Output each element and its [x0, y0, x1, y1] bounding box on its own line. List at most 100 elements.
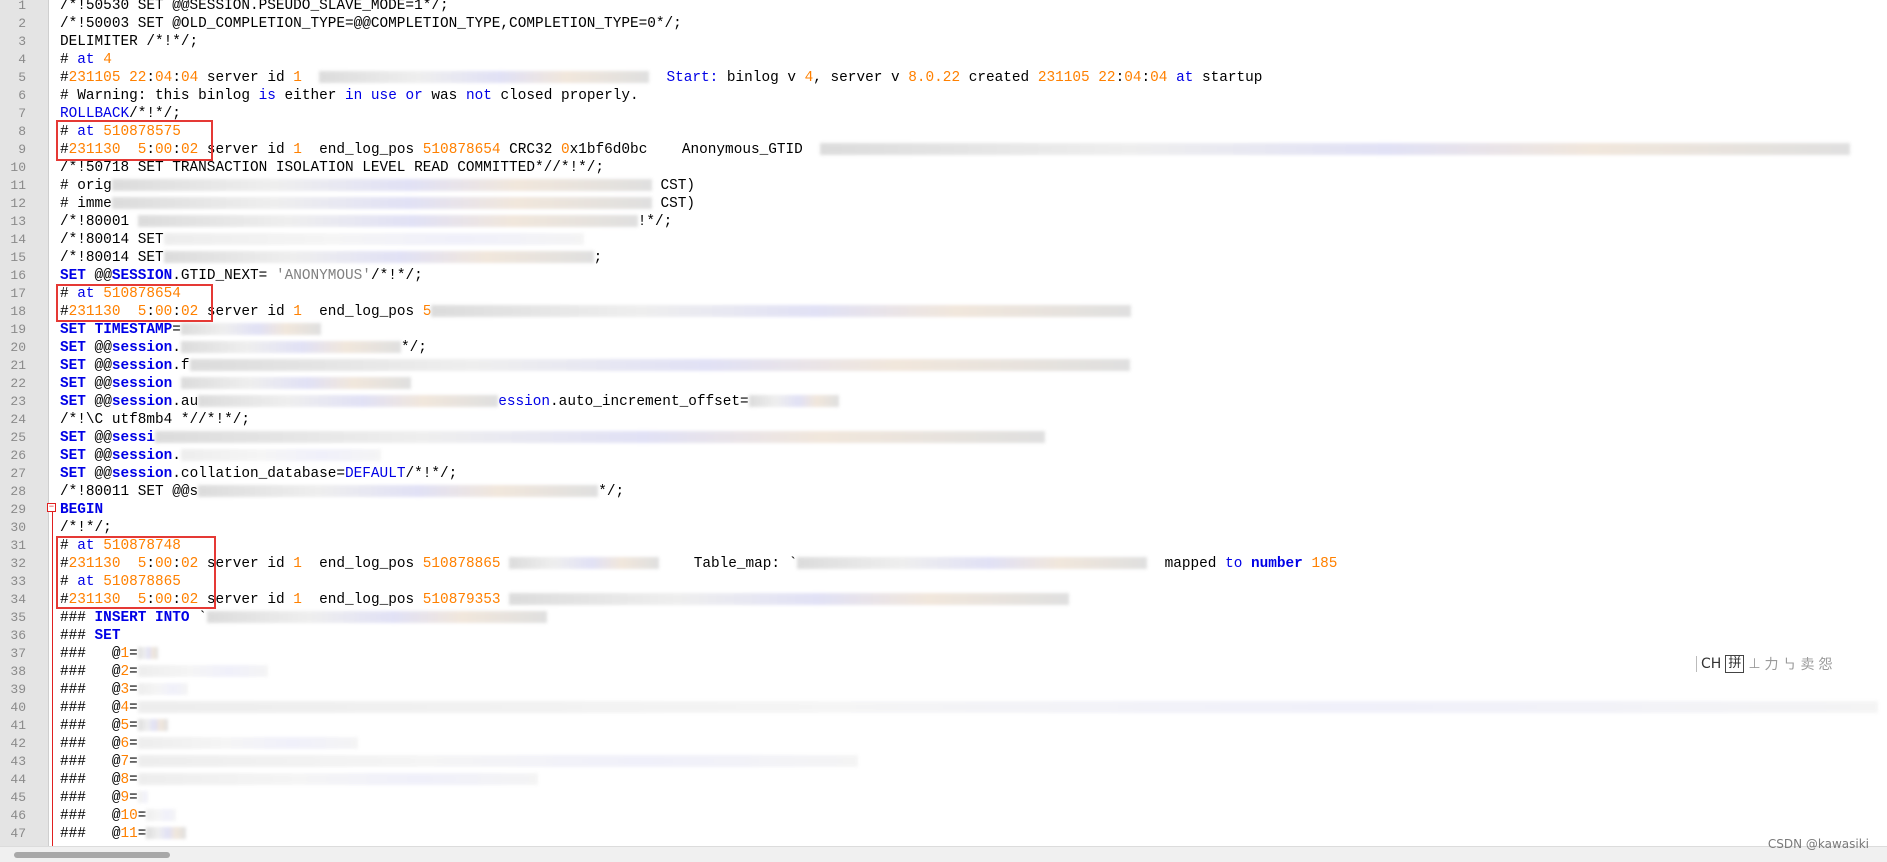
- code-line[interactable]: 18 #231130 5:00:02 server id 1 end_log_po…: [0, 303, 1887, 321]
- code-line[interactable]: 26 SET @@session.: [0, 447, 1887, 465]
- code-line[interactable]: 29 BEGIN: [0, 501, 1887, 519]
- code-line[interactable]: 38 ### @2=: [0, 663, 1887, 681]
- code-line[interactable]: 24 /*!\C utf8mb4 *//*!*/;: [0, 411, 1887, 429]
- ime-pinyin-button[interactable]: 拼: [1725, 655, 1745, 673]
- code-token: session: [111, 394, 173, 410]
- code-line[interactable]: 35 ### INSERT INTO `: [0, 609, 1887, 627]
- code-line[interactable]: 9 #231130 5:00:02 server id 1 end_log_pos…: [0, 141, 1887, 159]
- code-token: =: [129, 646, 138, 662]
- code-line[interactable]: 40 ### @4=: [0, 699, 1887, 717]
- code-line[interactable]: 6 # Warning: this binlog is either in use…: [0, 87, 1887, 105]
- code-token: 1: [293, 70, 302, 86]
- code-line[interactable]: 46 ### @10=: [0, 807, 1887, 825]
- ime-item[interactable]: ⊥: [1748, 656, 1760, 672]
- code-line[interactable]: 10 /*!50718 SET TRANSACTION ISOLATION LEV…: [0, 159, 1887, 177]
- ime-mode-toggle[interactable]: CH: [1701, 656, 1721, 672]
- code-token: /*!50530 SET @@SESSION.PSEUDO_SLAVE_MODE…: [60, 0, 449, 14]
- code-token: or: [405, 88, 423, 104]
- line-text: # orig CST): [60, 177, 695, 195]
- code-token: 5: [422, 304, 432, 320]
- line-text: /*!80014 SET;: [60, 249, 602, 267]
- code-token: SET: [60, 448, 86, 464]
- code-line[interactable]: 11 # orig CST): [0, 177, 1887, 195]
- redacted-text: [797, 557, 1148, 570]
- code-line[interactable]: 41 ### @5=: [0, 717, 1887, 735]
- code-line[interactable]: 42 ### @6=: [0, 735, 1887, 753]
- code-token: SET: [60, 340, 86, 356]
- code-token: Start:: [666, 70, 719, 86]
- line-text: /*!80001 !*/;: [60, 213, 672, 231]
- code-line[interactable]: 31 # at 510878748: [0, 537, 1887, 555]
- code-line[interactable]: 12 # imme CST): [0, 195, 1887, 213]
- code-line[interactable]: 23 SET @@session.au ession.auto_increment_…: [0, 393, 1887, 411]
- code-token: 10: [120, 808, 138, 824]
- code-line[interactable]: 34 #231130 5:00:02 server id 1 end_log_po…: [0, 591, 1887, 609]
- code-token: SET: [60, 322, 86, 338]
- line-text: /*!80014 SET: [60, 231, 584, 249]
- code-line[interactable]: 43 ### @7=: [0, 753, 1887, 771]
- ime-item[interactable]: 力: [1765, 654, 1779, 674]
- ime-separator: [1696, 656, 1697, 672]
- code-line[interactable]: 30 /*!*/;: [0, 519, 1887, 537]
- scrollbar-thumb[interactable]: [14, 852, 170, 858]
- code-line[interactable]: 4 # at 4: [0, 51, 1887, 69]
- code-token: @@: [85, 268, 112, 284]
- code-line[interactable]: 5 #231105 22:04:04 server id 1 Start: bin…: [0, 69, 1887, 87]
- code-line[interactable]: 36 ### SET: [0, 627, 1887, 645]
- line-number: 24: [10, 412, 26, 427]
- code-token: 1: [293, 592, 302, 608]
- code-line[interactable]: 19 SET TIMESTAMP=: [0, 321, 1887, 339]
- code-line[interactable]: 1 /*!50530 SET @@SESSION.PSEUDO_SLAVE_MOD…: [0, 0, 1887, 15]
- redacted-text: [137, 755, 858, 768]
- line-number: 2: [18, 16, 26, 31]
- code-line[interactable]: 47 ### @11=: [0, 825, 1887, 843]
- line-text: #231130 5:00:02 server id 1 end_log_pos …: [60, 555, 1337, 573]
- code-line[interactable]: 16 SET @@SESSION.GTID_NEXT= 'ANONYMOUS'/*…: [0, 267, 1887, 285]
- line-number: 1: [18, 0, 26, 13]
- code-line[interactable]: 27 SET @@session.collation_database=DEFAU…: [0, 465, 1887, 483]
- code-token: =: [129, 682, 138, 698]
- code-token: CST): [651, 178, 696, 194]
- code-line[interactable]: 7 ROLLBACK/*!*/;: [0, 105, 1887, 123]
- code-token: # imme: [60, 196, 112, 212]
- code-line[interactable]: 28 /*!80011 SET @@s */;: [0, 483, 1887, 501]
- highlight-box: [56, 284, 213, 322]
- code-line[interactable]: 13 /*!80001 !*/;: [0, 213, 1887, 231]
- code-line[interactable]: 45 ### @9=: [0, 789, 1887, 807]
- code-line[interactable]: 3 DELIMITER /*!*/;: [0, 33, 1887, 51]
- code-line[interactable]: 8 # at 510878575: [0, 123, 1887, 141]
- ime-item[interactable]: ㇉: [1783, 654, 1797, 674]
- code-token: =: [129, 736, 138, 752]
- code-line[interactable]: 20 SET @@session. */;: [0, 339, 1887, 357]
- code-line[interactable]: 32 #231130 5:00:02 server id 1 end_log_po…: [0, 555, 1887, 573]
- code-line[interactable]: 39 ### @3=: [0, 681, 1887, 699]
- redacted-text: [137, 647, 158, 660]
- ime-item[interactable]: 卖: [1801, 654, 1815, 674]
- code-token: */;: [400, 340, 427, 356]
- code-line[interactable]: 14 /*!80014 SET: [0, 231, 1887, 249]
- line-text: /*!50530 SET @@SESSION.PSEUDO_SLAVE_MODE…: [60, 0, 449, 15]
- code-token: 510878654: [422, 142, 501, 158]
- code-line[interactable]: 15 /*!80014 SET;: [0, 249, 1887, 267]
- code-line[interactable]: 2 /*!50003 SET @OLD_COMPLETION_TYPE=@@COM…: [0, 15, 1887, 33]
- line-number: 31: [10, 538, 26, 553]
- code-line[interactable]: 44 ### @8=: [0, 771, 1887, 789]
- code-line[interactable]: 25 SET @@sessi: [0, 429, 1887, 447]
- code-token: /*!80011 SET @@s: [60, 484, 199, 500]
- horizontal-scrollbar[interactable]: [0, 846, 1887, 862]
- code-token: /*!*/;: [370, 268, 423, 284]
- code-token: 6: [120, 736, 130, 752]
- code-token: 04: [1150, 70, 1168, 86]
- editor[interactable]: − 1/*!50530 SET @@SESSION.PSEUDO_SLAVE_M…: [0, 0, 1887, 846]
- code-line[interactable]: 37 ### @1=: [0, 645, 1887, 663]
- code-line[interactable]: 33 # at 510878865: [0, 573, 1887, 591]
- code-line[interactable]: 17 # at 510878654: [0, 285, 1887, 303]
- code-line[interactable]: 21 SET @@session.f: [0, 357, 1887, 375]
- code-token: SET: [60, 430, 86, 446]
- line-number: 47: [10, 826, 26, 841]
- ime-item[interactable]: 怨: [1819, 654, 1833, 674]
- code-token: to: [1225, 556, 1243, 572]
- redacted-text: [820, 143, 1851, 156]
- code-token: Table_map: `: [659, 556, 798, 572]
- code-line[interactable]: 22 SET @@session: [0, 375, 1887, 393]
